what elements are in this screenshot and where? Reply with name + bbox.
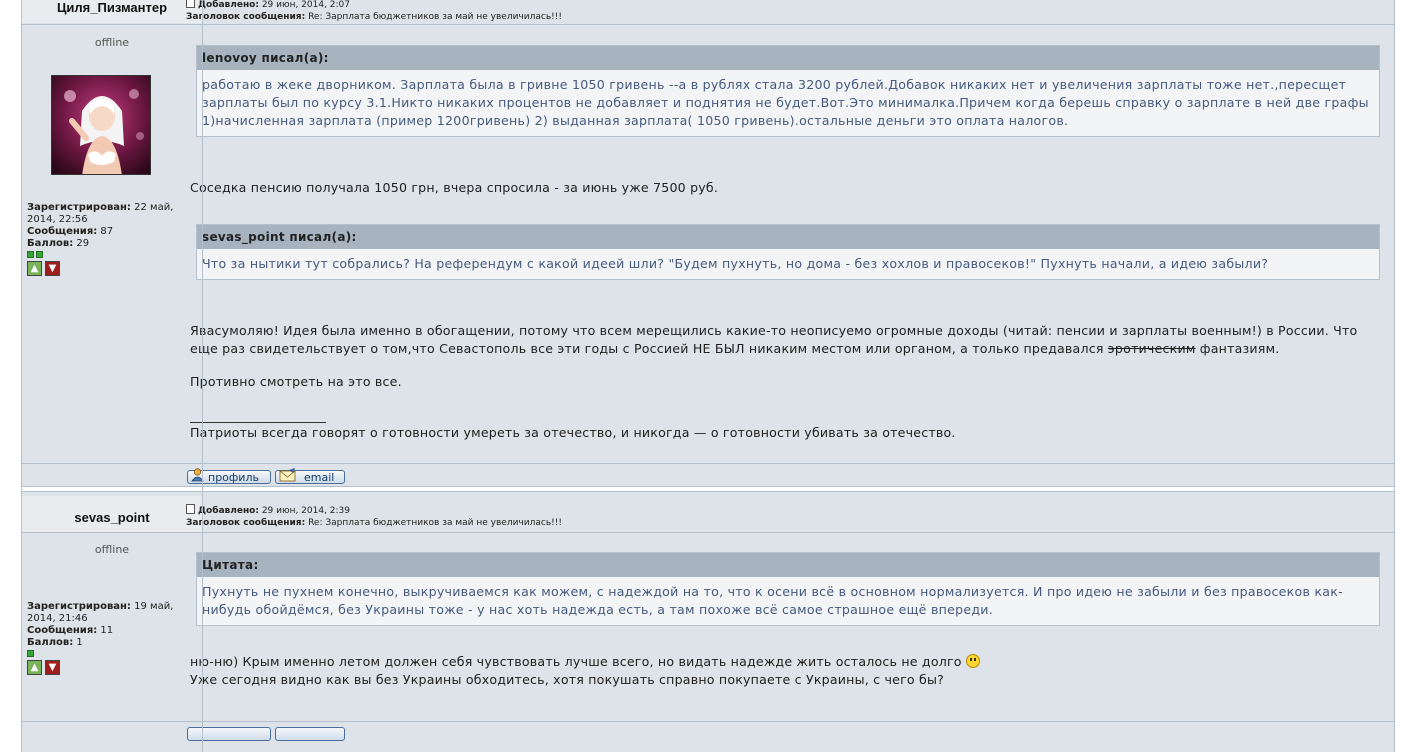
quote-title: lenovoy писал(а): [197,46,1379,70]
post-icon [186,504,195,514]
quote-block: Цитата: Пухнуть не пухнем конечно, выкру… [196,552,1380,626]
avatar[interactable] [51,75,151,175]
messages-value: 11 [100,625,114,636]
rating-dot [36,251,43,258]
rating-dots [27,650,36,657]
messages-label: Сообщения: [27,625,98,636]
messages-label: Сообщения: [27,226,98,237]
rating-dot [27,650,34,657]
quote-block: sevas_point писал(а): Что за нытики тут … [196,224,1380,280]
subject-label: Заголовок сообщения: [186,518,306,528]
post-icon [186,0,195,8]
forum-topic: Циля_Пизмантер Добавлено: 29 июн, 2014, … [21,0,1395,752]
registered-label: Зарегистрирован: [27,202,131,213]
quote-title: Цитата: [197,553,1379,577]
email-button[interactable]: email [275,468,345,484]
subject-value: Re: Зарплата бюджетников за май не увели… [308,518,562,528]
thumb-down-icon[interactable]: ▼ [45,261,60,276]
strikethrough-word: эротическим [1107,341,1196,356]
points-value: 1 [76,637,83,648]
post-text: Противно смотреть на это все. [190,374,402,389]
added-label: Добавлено: [198,0,259,10]
smiley-icon [965,654,980,668]
quote-title: sevas_point писал(а): [197,225,1379,249]
thumb-up-icon[interactable]: ▲ [27,261,42,276]
subject-label: Заголовок сообщения: [186,12,306,22]
post-text: Явасумоляю! Идея была именно в обогащени… [190,322,1380,358]
rating-dot [27,251,34,258]
author-info: Зарегистрирован: 22 май, 2014, 22:56 Соо… [27,202,197,250]
post-text-part: ню-ню) Крым именно летом должен себя чув… [190,654,962,669]
envelope-icon [279,468,296,482]
quote-text: Что за нытики тут собрались? На референд… [202,256,1269,271]
author-info: Зарегистрирован: 19 май, 2014, 21:46 Соо… [27,601,197,649]
email-button[interactable] [275,727,345,741]
quote-block: lenovoy писал(а): работаю в жеке дворник… [196,45,1380,137]
subject-value: Re: Зарплата бюджетников за май не увели… [308,12,562,22]
messages-value: 87 [100,226,114,237]
post-text: Уже сегодня видно как вы без Украины обх… [190,672,944,687]
profile-button[interactable] [187,727,271,741]
quote-text: работаю в жеке дворником. Зарплата была … [202,77,1369,128]
post-text-part: фантазиям. [1195,341,1280,356]
post-header-meta: Добавлено: 29 июн, 2014, 2:07 Заголовок … [186,0,562,23]
online-status: offline [94,543,130,556]
added-value: 29 июн, 2014, 2:07 [261,0,351,10]
post-header-meta: Добавлено: 29 июн, 2014, 2:39 Заголовок … [186,504,562,529]
profile-button-label: профиль [208,471,259,484]
column-divider [202,0,203,752]
avatar-image [52,76,150,174]
points-label: Баллов: [27,637,74,648]
thumb-up-icon[interactable]: ▲ [27,660,42,675]
rating-dots [27,251,45,258]
email-button-label: email [304,471,335,484]
added-label: Добавлено: [198,506,259,516]
points-value: 29 [76,238,90,249]
registered-label: Зарегистрирован: [27,601,131,612]
thumb-down-icon[interactable]: ▼ [45,660,60,675]
post-text: ню-ню) Крым именно летом должен себя чув… [190,653,1380,671]
post-author-name[interactable]: Циля_Пизмантер [22,0,202,15]
profile-button[interactable]: профиль [187,468,271,484]
online-status: offline [94,36,130,49]
quote-text: Пухнуть не пухнем конечно, выкручиваемся… [202,584,1343,617]
added-value: 29 июн, 2014, 2:39 [261,506,351,516]
post-author-name[interactable]: sevas_point [22,510,202,525]
signature-divider [190,422,326,423]
post-text: Соседка пенсию получала 1050 грн, вчера … [190,180,719,195]
signature: Патриоты всегда говорят о готовности уме… [190,425,956,440]
points-label: Баллов: [27,238,74,249]
